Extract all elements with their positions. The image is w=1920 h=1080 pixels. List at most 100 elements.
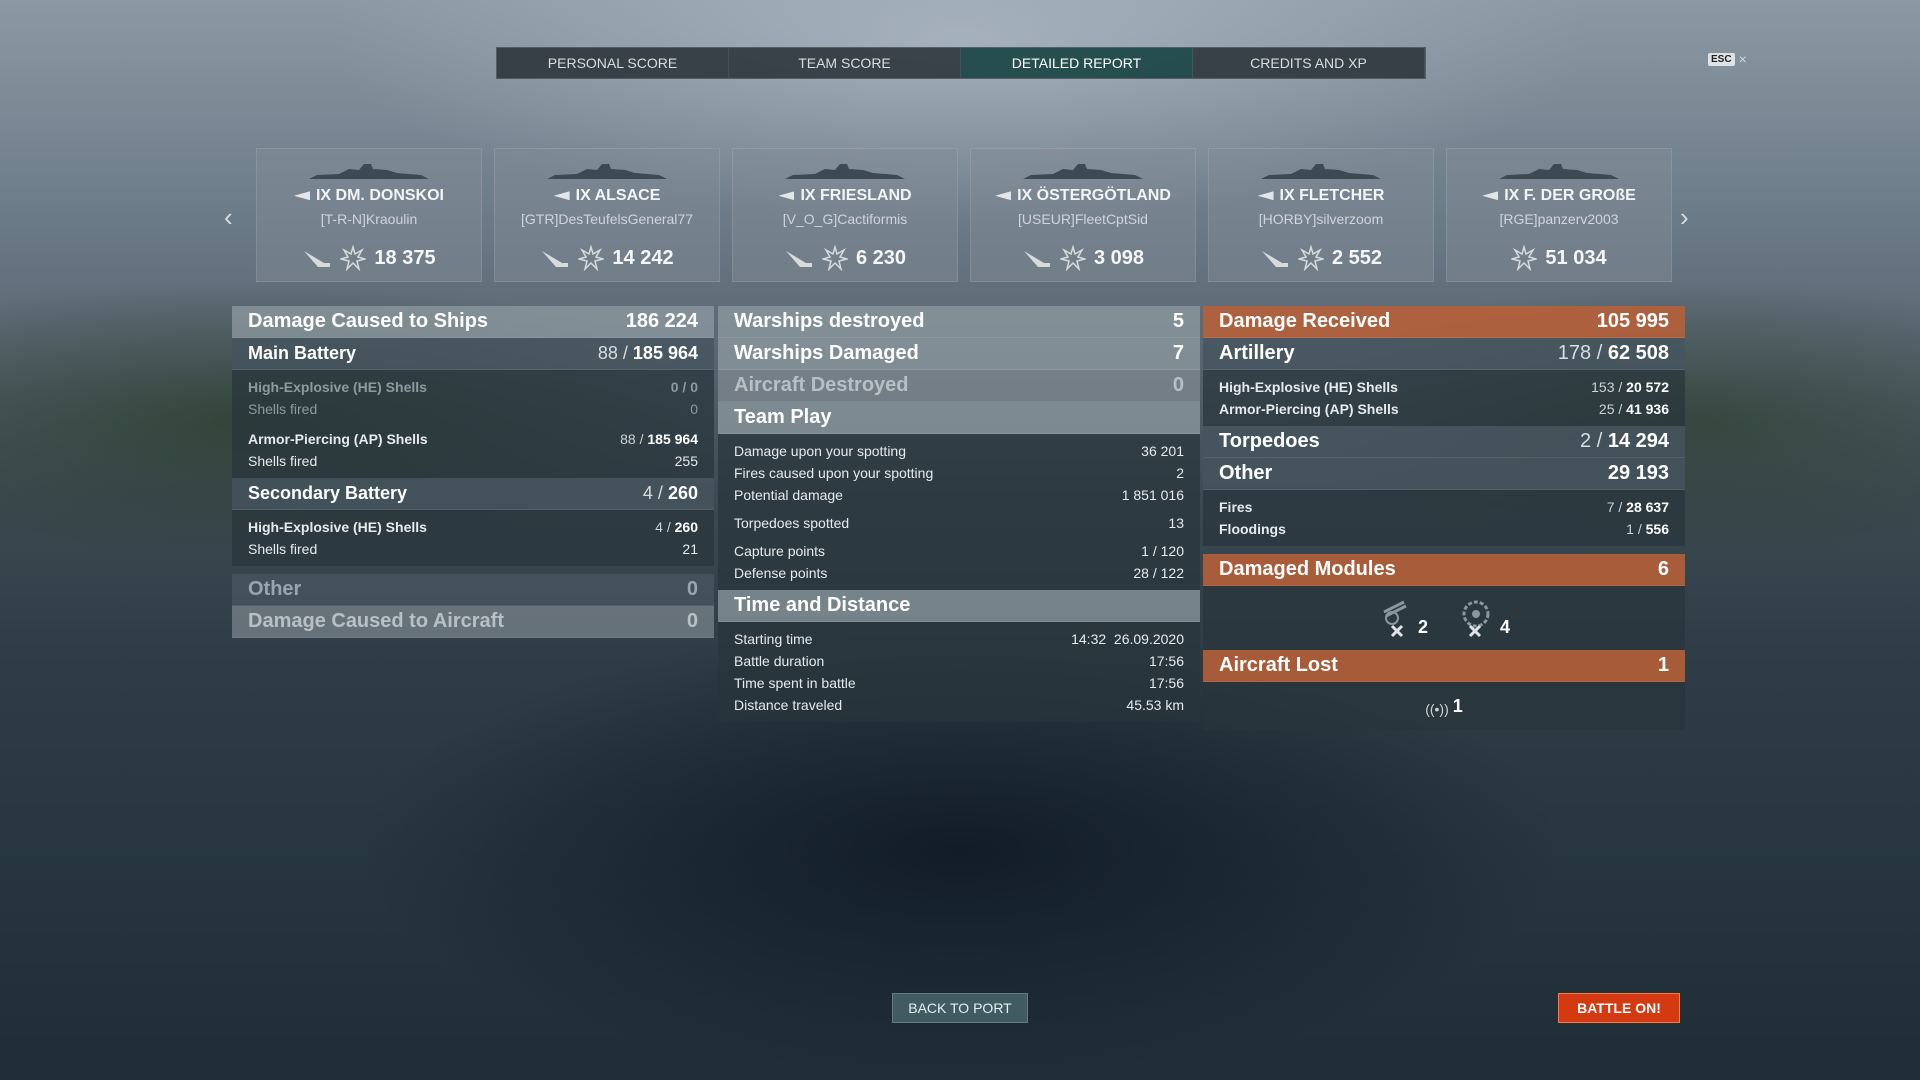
- tab-personal-score[interactable]: PERSONAL SCORE: [497, 48, 729, 78]
- engine-module-icon: [1462, 600, 1490, 638]
- distance-row: Distance traveled 45.53 km: [734, 697, 1184, 713]
- fires-row: Fires 7 / 28 637: [1219, 499, 1669, 515]
- ship-class-icon: [553, 191, 570, 201]
- torpedo-hit-icon: [1261, 251, 1288, 267]
- ship-class-icon: [293, 191, 310, 201]
- time-distance-rows: Starting time 14:32 26.09.2020 Battle dur…: [718, 622, 1200, 722]
- combat-panel: Warships destroyed 5 Warships Damaged 7 Ai…: [718, 306, 1200, 722]
- ship-class-icon: [1257, 191, 1274, 201]
- sec-he-row: High-Explosive (HE) Shells 4 / 260: [248, 519, 698, 535]
- player-name: [GTR]DesTeufelsGeneral77: [521, 211, 693, 227]
- ship-silhouette-icon: [785, 164, 905, 179]
- damage-ships-header: Damage Caused to Ships 186 224: [232, 306, 714, 338]
- close-icon[interactable]: ×: [1739, 51, 1747, 67]
- team-play-header: Team Play: [718, 402, 1200, 434]
- ship-damage-value: 2 552: [1331, 246, 1383, 269]
- torpedo-hit-icon: [1023, 251, 1050, 267]
- damage-burst-icon: [1511, 245, 1538, 271]
- ship-silhouette-icon: [309, 164, 429, 179]
- ship-silhouette-icon: [1023, 164, 1143, 179]
- he-fired-row: Shells fired 0: [248, 401, 698, 417]
- tab-credits-xp[interactable]: CREDITS AND XP: [1193, 48, 1425, 78]
- recv-ap-row: Armor-Piercing (AP) Shells 25 / 41 936: [1219, 401, 1669, 417]
- damage-burst-icon: [1059, 245, 1086, 271]
- player-name: [V_O_G]Cactiformis: [782, 211, 908, 227]
- ship-card[interactable]: IX ÖSTERGÖTLAND [USEUR]FleetCptSid 3 098: [970, 148, 1196, 282]
- time-in-battle-row: Time spent in battle 17:56: [734, 675, 1184, 691]
- other-header: Other 0: [232, 574, 714, 606]
- ap-shells-row: Armor-Piercing (AP) Shells 88 / 185 964: [248, 431, 698, 447]
- warships-destroyed-header: Warships destroyed 5: [718, 306, 1200, 338]
- floodings-row: Floodings 1 / 556: [1219, 521, 1669, 537]
- ship-damage-value: 6 230: [855, 246, 907, 269]
- recv-he-row: High-Explosive (HE) Shells 153 / 20 572: [1219, 379, 1669, 395]
- player-name: [HORBY]silverzoom: [1258, 211, 1384, 227]
- torpedo-hit-icon: [785, 251, 812, 267]
- artillery-header: Artillery 178 / 62 508: [1203, 338, 1685, 370]
- gun-module: 2: [1378, 598, 1428, 638]
- secondary-rows: High-Explosive (HE) Shells 4 / 260 Shells…: [232, 510, 714, 566]
- ship-card[interactable]: IX DM. DONSKOI [T-R-N]Kraoulin 18 375: [256, 148, 482, 282]
- damage-aircraft-header: Damage Caused to Aircraft 0: [232, 606, 714, 638]
- aircraft-lost-header: Aircraft Lost 1: [1203, 650, 1685, 682]
- main-battery-rows: High-Explosive (HE) Shells 0 / 0 Shells f…: [232, 370, 714, 478]
- ship-card[interactable]: IX FRIESLAND [V_O_G]Cactiformis 6 230: [732, 148, 958, 282]
- damaged-modules-header: Damaged Modules 6: [1203, 554, 1685, 586]
- ship-class-icon: [1482, 191, 1499, 201]
- esc-key-badge: ESC: [1708, 52, 1735, 66]
- next-arrow-icon[interactable]: ›: [1680, 202, 1689, 233]
- potential-damage-row: Potential damage 1 851 016: [734, 487, 1184, 503]
- spotting-damage-row: Damage upon your spotting 36 201: [734, 443, 1184, 459]
- ship-name: IX F. DER GROßE: [1447, 187, 1671, 205]
- torpedoes-spotted-row: Torpedoes spotted 13: [734, 515, 1184, 531]
- torpedoes-header: Torpedoes 2 / 14 294: [1203, 426, 1685, 458]
- damage-burst-icon: [578, 245, 605, 271]
- ship-damage-value: 3 098: [1093, 246, 1145, 269]
- ship-silhouette-icon: [1499, 164, 1619, 179]
- tab-detailed-report[interactable]: DETAILED REPORT: [961, 48, 1193, 78]
- tab-team-score[interactable]: TEAM SCORE: [729, 48, 961, 78]
- ship-stats: 14 242: [495, 245, 719, 271]
- time-distance-header: Time and Distance: [718, 590, 1200, 622]
- back-to-port-button[interactable]: BACK TO PORT: [892, 993, 1028, 1023]
- ship-damage-value: 18 375: [374, 246, 436, 269]
- ship-stats: 51 034: [1447, 245, 1671, 271]
- prev-arrow-icon[interactable]: ‹: [224, 202, 233, 233]
- damage-received-panel: Damage Received 105 995 Artillery 178 / 6…: [1203, 306, 1685, 730]
- ship-class-icon: [995, 191, 1012, 201]
- ship-carousel: IX DM. DONSKOI [T-R-N]Kraoulin 18 375 IX…: [256, 148, 1672, 282]
- close-button[interactable]: ESC ×: [1708, 51, 1747, 67]
- main-battery-header: Main Battery 88 / 185 964: [232, 338, 714, 370]
- player-name: [T-R-N]Kraoulin: [320, 211, 418, 227]
- damage-burst-icon: [1297, 245, 1324, 271]
- battle-on-button[interactable]: BATTLE ON!: [1558, 993, 1680, 1023]
- ship-damage-value: 14 242: [612, 246, 674, 269]
- aircraft-lost-icons: ((•)) 1: [1203, 682, 1685, 730]
- starting-time-row: Starting time 14:32 26.09.2020: [734, 631, 1184, 647]
- aircraft-lost-item: ((•)) 1: [1425, 695, 1463, 717]
- ship-name: IX ÖSTERGÖTLAND: [971, 187, 1195, 205]
- ship-name: IX FRIESLAND: [733, 187, 957, 205]
- ship-card[interactable]: IX FLETCHER [HORBY]silverzoom 2 552: [1208, 148, 1434, 282]
- warships-damaged-header: Warships Damaged 7: [718, 338, 1200, 370]
- damage-received-header: Damage Received 105 995: [1203, 306, 1685, 338]
- damage-burst-icon: [821, 245, 848, 271]
- ship-name: IX DM. DONSKOI: [257, 187, 481, 205]
- ship-stats: 3 098: [971, 245, 1195, 271]
- player-name: [RGE]panzerv2003: [1499, 211, 1619, 227]
- torpedo-hit-icon: [542, 251, 569, 267]
- ship-name: IX FLETCHER: [1209, 187, 1433, 205]
- damage-caused-panel: Damage Caused to Ships 186 224 Main Batte…: [232, 306, 714, 638]
- ship-stats: 6 230: [733, 245, 957, 271]
- engine-module: 4: [1456, 598, 1510, 638]
- ship-card[interactable]: IX F. DER GROßE [RGE]panzerv2003 51 034: [1446, 148, 1672, 282]
- torpedo-hit-icon: [304, 251, 331, 267]
- player-name: [USEUR]FleetCptSid: [1018, 211, 1148, 227]
- ship-silhouette-icon: [1261, 164, 1381, 179]
- ship-card[interactable]: IX ALSACE [GTR]DesTeufelsGeneral77 14 24…: [494, 148, 720, 282]
- ship-silhouette-icon: [547, 164, 667, 179]
- gun-module-icon: [1383, 600, 1407, 638]
- sec-fired-row: Shells fired 21: [248, 541, 698, 557]
- radio-signal-icon: ((•)): [1425, 700, 1449, 717]
- he-shells-row: High-Explosive (HE) Shells 0 / 0: [248, 379, 698, 395]
